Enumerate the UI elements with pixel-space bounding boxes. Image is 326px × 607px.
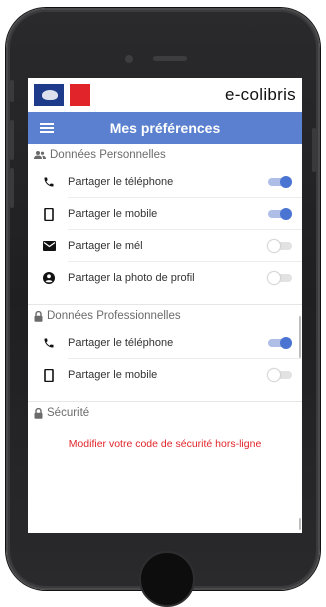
phone-icon bbox=[44, 177, 54, 187]
app-header: Mes préférences bbox=[28, 112, 302, 144]
earpiece-speaker bbox=[153, 56, 187, 61]
account-icon bbox=[43, 272, 55, 284]
share-phone-toggle[interactable] bbox=[268, 176, 292, 188]
section-security-label: Sécurité bbox=[47, 407, 90, 419]
share-profile-photo-toggle[interactable] bbox=[268, 272, 292, 284]
power-button bbox=[312, 128, 316, 172]
mail-icon bbox=[42, 241, 56, 251]
setting-label: Partager le téléphone bbox=[68, 166, 302, 198]
app-screen: e-colibris Mes préférences Données Perso… bbox=[28, 78, 302, 533]
lock-icon bbox=[34, 407, 43, 419]
phone-icon bbox=[44, 338, 54, 348]
share-email-toggle[interactable] bbox=[268, 240, 292, 252]
volume-down-button bbox=[10, 168, 14, 208]
silent-switch bbox=[10, 80, 14, 102]
mobile-icon bbox=[44, 368, 54, 382]
home-button bbox=[139, 551, 195, 607]
hamburger-menu-icon[interactable] bbox=[40, 123, 54, 133]
app-name: e-colibris bbox=[224, 85, 296, 104]
setting-row: Partager la photo de profil bbox=[28, 262, 302, 294]
setting-row: Partager le mobile bbox=[28, 359, 302, 391]
setting-label: Partager le mél bbox=[68, 230, 302, 262]
section-professional-title: Données Professionnelles bbox=[28, 305, 302, 327]
share-mobile-toggle[interactable] bbox=[268, 208, 292, 220]
setting-label: Partager le mobile bbox=[68, 369, 158, 381]
scrollbar-end bbox=[299, 518, 301, 530]
brand-bar: e-colibris bbox=[28, 78, 302, 112]
section-professional-label: Données Professionnelles bbox=[47, 310, 181, 322]
share-pro-mobile-toggle[interactable] bbox=[268, 369, 292, 381]
lock-icon bbox=[34, 310, 43, 322]
republique-francaise-logo bbox=[34, 84, 90, 106]
people-icon bbox=[34, 151, 46, 159]
setting-row: Partager le mobile bbox=[28, 198, 302, 230]
front-camera bbox=[125, 55, 133, 63]
page-title: Mes préférences bbox=[109, 120, 221, 136]
setting-row: Partager le téléphone bbox=[28, 327, 302, 359]
mobile-icon bbox=[44, 207, 54, 221]
volume-up-button bbox=[10, 120, 14, 160]
change-offline-code-link[interactable]: Modifier votre code de sécurité hors-lig… bbox=[28, 424, 302, 450]
section-security-title: Sécurité bbox=[28, 402, 302, 424]
setting-row: Partager le téléphone bbox=[28, 166, 302, 198]
setting-label: Partager la photo de profil bbox=[68, 272, 195, 284]
setting-label: Partager le mobile bbox=[68, 198, 302, 230]
setting-label: Partager le téléphone bbox=[68, 327, 302, 359]
share-pro-phone-toggle[interactable] bbox=[268, 337, 292, 349]
section-personal-title: Données Personnelles bbox=[28, 144, 302, 166]
section-personal-label: Données Personnelles bbox=[50, 149, 166, 161]
scrollbar[interactable] bbox=[299, 316, 301, 358]
setting-row: Partager le mél bbox=[28, 230, 302, 262]
